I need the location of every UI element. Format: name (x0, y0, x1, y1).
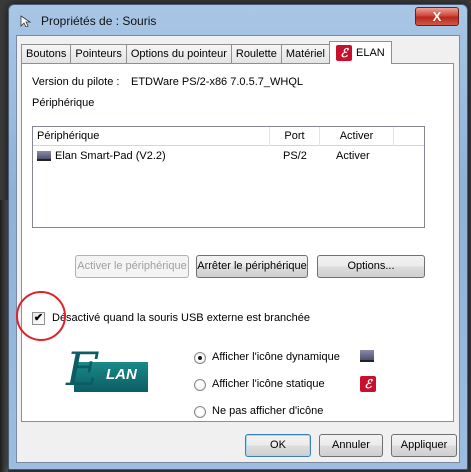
column-header-device[interactable]: Périphérique (33, 127, 270, 146)
apply-button[interactable]: Appliquer (391, 434, 457, 457)
radio-dynamic-icon-label[interactable]: Afficher l'icône dynamique (212, 351, 340, 363)
elan-panel: Version du pilote : ETDWare PS/2-x86 7.0… (16, 63, 454, 422)
elan-icon: ℰ (335, 45, 352, 61)
title-bar[interactable]: Propriétés de : Souris X (9, 5, 467, 35)
elan-logo: E LAN (66, 344, 154, 402)
close-button[interactable]: X (415, 7, 459, 26)
device-name-cell: Elan Smart-Pad (V2.2) (55, 150, 166, 162)
tab-options-du-pointeur[interactable]: Options du pointeur (125, 44, 232, 64)
radio-static-icon-label[interactable]: Afficher l'icône statique (212, 378, 325, 390)
properties-window: Propriétés de : Souris X Boutons Pointeu… (8, 4, 468, 470)
tab-elan[interactable]: ℰ ELAN (328, 41, 392, 64)
device-list[interactable]: Périphérique Port Activer Elan Smart-Pad… (32, 126, 425, 228)
tab-roulette[interactable]: Roulette (230, 44, 282, 64)
driver-version-label: Version du pilote : (32, 76, 120, 88)
device-list-header: Périphérique Port Activer (33, 127, 424, 146)
radio-dynamic-icon[interactable] (194, 352, 206, 364)
device-section-label: Périphérique (32, 97, 95, 109)
device-port-cell: PS/2 (283, 150, 307, 162)
touchpad-icon (37, 151, 51, 161)
column-header-enable[interactable]: Activer (320, 127, 394, 146)
background-edge (0, 200, 8, 472)
tab-strip: Boutons Pointeurs Options du pointeur Ro… (21, 41, 392, 64)
tab-elan-label: ELAN (355, 47, 385, 59)
tab-boutons[interactable]: Boutons (21, 44, 72, 64)
activate-device-button[interactable]: Activer le périphérique (75, 255, 189, 278)
elan-logo-text: LAN (106, 366, 137, 383)
table-row[interactable]: Elan Smart-Pad (V2.2) PS/2 Activer (33, 147, 424, 165)
radio-static-icon[interactable] (194, 379, 206, 391)
touchpad-icon (360, 350, 374, 362)
elan-icon: ℰ (360, 376, 376, 392)
cancel-button[interactable]: Annuler (319, 434, 383, 457)
options-button[interactable]: Options... (317, 255, 425, 278)
elan-logo-script: E (66, 342, 100, 396)
tab-pointeurs[interactable]: Pointeurs (70, 44, 127, 64)
driver-version-value: ETDWare PS/2-x86 7.0.5.7_WHQL (131, 76, 303, 88)
radio-no-icon[interactable] (194, 406, 206, 418)
mouse-pointer-icon (20, 15, 32, 27)
dialog-client: Boutons Pointeurs Options du pointeur Ro… (16, 35, 460, 463)
stop-device-button[interactable]: Arrêter le périphérique (196, 255, 308, 278)
highlight-circle (16, 291, 66, 341)
column-header-port[interactable]: Port (270, 127, 320, 146)
device-status-cell: Activer (336, 150, 370, 162)
window-title: Propriétés de : Souris (41, 14, 157, 28)
ok-button[interactable]: OK (245, 434, 311, 457)
tab-materiel[interactable]: Matériel (280, 44, 330, 64)
disable-when-usb-label[interactable]: Désactivé quand la souris USB externe es… (52, 312, 310, 324)
radio-no-icon-label[interactable]: Ne pas afficher d'icône (212, 405, 323, 417)
